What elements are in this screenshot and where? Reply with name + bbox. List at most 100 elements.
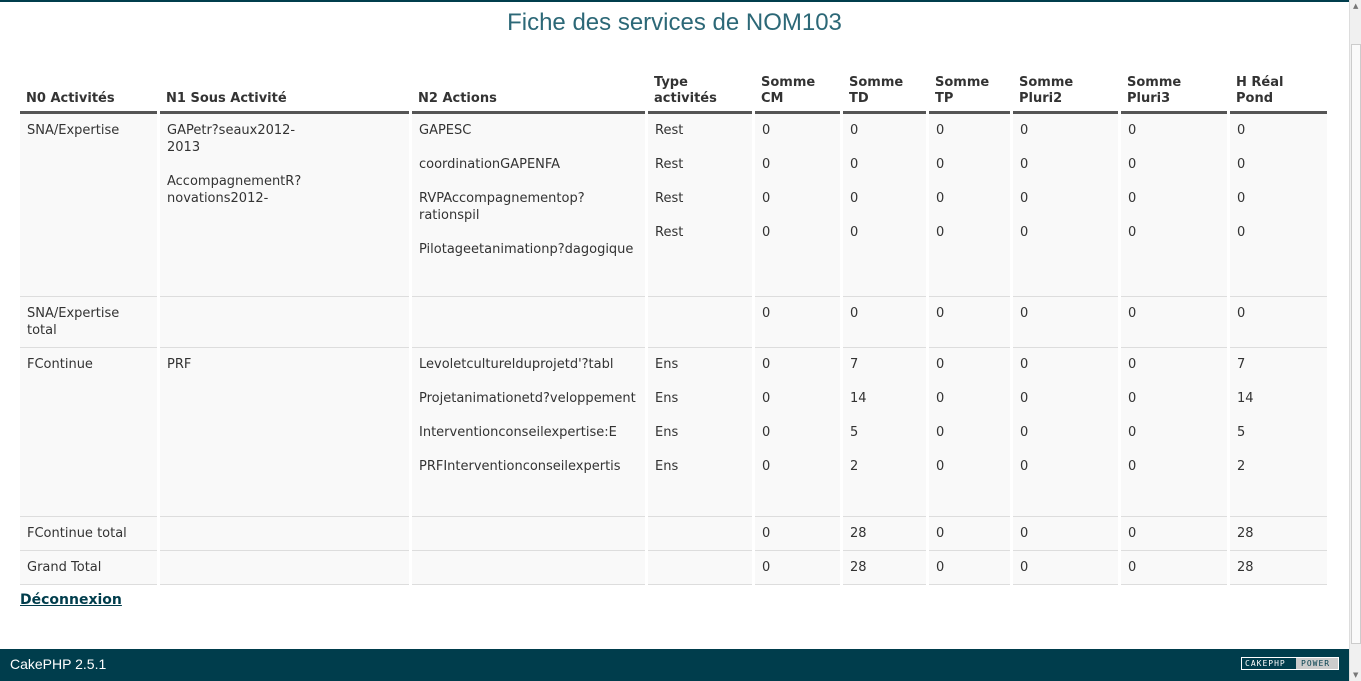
cell-item: 0 (762, 123, 771, 138)
cell-n0-activite: SNA/Expertise total (20, 297, 157, 348)
cell-n2-action (412, 517, 645, 551)
cell-item: 0 (762, 526, 771, 541)
cell-item: SNA/Expertise total (27, 306, 120, 338)
cell-item: 0 (1128, 526, 1137, 541)
cell-item: 0 (936, 123, 945, 138)
cell-item: 7 (850, 357, 859, 372)
cell-item: 0 (1020, 425, 1029, 440)
cell-item: 0 (850, 123, 859, 138)
cell-somme-cm: 0 0 0 0 (755, 114, 840, 297)
services-table: N0 Activités N1 Sous Activité N2 Actions Ty… (17, 70, 1330, 585)
total-row: SNA/Expertise total 0 0 0 0 0 0 (20, 297, 1327, 348)
cell-item: Rest (655, 157, 684, 172)
cell-somme-pluri2: 0 0 0 0 (1013, 348, 1118, 517)
cell-somme-pluri3: 0 0 0 0 (1121, 348, 1227, 517)
cell-item: Projetanimationetd?veloppement (419, 391, 636, 406)
cell-item: 7 (1237, 357, 1246, 372)
cell-n1-sous-activite: GAPetr?seaux2012-2013 AccompagnementR?nov… (160, 114, 409, 297)
cell-somme-pluri2: 0 (1013, 551, 1118, 585)
header-type-activite: Type activités (648, 70, 752, 114)
scrollbar-thumb[interactable] (1351, 44, 1361, 644)
cell-item: 0 (936, 157, 945, 172)
cell-item: 0 (936, 526, 945, 541)
cell-type-activite (648, 551, 752, 585)
scroll-down-arrow-icon[interactable]: ▼ (1353, 671, 1358, 679)
cell-item: coordinationGAPENFA (419, 157, 561, 172)
cell-item: 0 (1128, 191, 1137, 206)
cell-item: 0 (1128, 560, 1137, 575)
cell-somme-pluri2: 0 0 0 0 (1013, 114, 1118, 297)
cell-somme-td: 0 (843, 297, 926, 348)
cell-item: Ens (655, 357, 679, 372)
cell-item: 0 (1128, 357, 1137, 372)
cell-somme-tp: 0 0 0 0 (929, 114, 1010, 297)
cell-n0-activite: Grand Total (20, 551, 157, 585)
cell-item: 0 (850, 306, 859, 321)
cell-item: Grand Total (27, 560, 102, 575)
cell-item: 0 (1237, 157, 1246, 172)
table-header-row: N0 Activités N1 Sous Activité N2 Actions Ty… (20, 70, 1327, 114)
cell-somme-pluri2: 0 (1013, 297, 1118, 348)
top-border (0, 0, 1349, 2)
cell-somme-tp: 0 (929, 551, 1010, 585)
scroll-up-arrow-icon[interactable]: ▲ (1353, 2, 1358, 10)
cell-item: Ens (655, 459, 679, 474)
page-title: Fiche des services de NOM103 (507, 9, 842, 36)
header-n2-action: N2 Actions (412, 70, 645, 114)
cell-n1-sous-activite (160, 551, 409, 585)
header-somme-pluri3: Somme Pluri3 (1121, 70, 1227, 114)
cakephp-power-badge[interactable]: CAKEPHP POWER (1241, 657, 1339, 670)
cell-item: FContinue (27, 357, 93, 372)
cell-item: FContinue total (27, 526, 127, 541)
cell-item: 0 (1020, 526, 1029, 541)
cell-item: 0 (762, 560, 771, 575)
cell-item: PRFInterventionconseilexpertis (419, 459, 621, 474)
cell-somme-td: 28 (843, 551, 926, 585)
cell-item: 5 (1237, 425, 1246, 440)
cell-item: Ens (655, 425, 679, 440)
cell-somme-td: 7 14 5 2 (843, 348, 926, 517)
cell-item: 5 (850, 425, 859, 440)
cell-n2-action: GAPESC coordinationGAPENFA RVPAccompagneme… (412, 114, 645, 297)
cell-somme-tp: 0 0 0 0 (929, 348, 1010, 517)
cell-somme-cm: 0 0 0 0 (755, 348, 840, 517)
cell-item: 0 (1128, 425, 1137, 440)
logout-link[interactable]: Déconnexion (20, 592, 122, 608)
cell-item: 0 (1128, 225, 1137, 240)
cell-h-real-pond: 28 (1230, 551, 1327, 585)
cell-item: 14 (1237, 391, 1254, 406)
cell-somme-tp: 0 (929, 517, 1010, 551)
cell-item: 0 (1237, 191, 1246, 206)
cell-item: 0 (762, 191, 771, 206)
badge-right: POWER (1296, 658, 1338, 669)
cell-n1-sous-activite (160, 297, 409, 348)
cell-item: 0 (1020, 191, 1029, 206)
cell-item: 0 (936, 191, 945, 206)
header-somme-tp: Somme TP (929, 70, 1010, 114)
cell-item: 0 (1128, 157, 1137, 172)
cell-item: 0 (1020, 560, 1029, 575)
cell-item: 28 (850, 526, 867, 541)
cell-somme-td: 28 (843, 517, 926, 551)
cell-item: 28 (850, 560, 867, 575)
cell-item: Pilotageetanimationp?dagogique (419, 242, 634, 257)
cell-item: Rest (655, 191, 684, 206)
cell-item: Interventionconseilexpertise:E (419, 425, 617, 440)
cell-type-activite (648, 297, 752, 348)
cell-item: 0 (850, 191, 859, 206)
cell-item: 28 (1237, 526, 1254, 541)
cell-n1-sous-activite: PRF (160, 348, 409, 517)
cell-somme-cm: 0 (755, 551, 840, 585)
cell-item: 0 (762, 225, 771, 240)
cell-item: 0 (1128, 391, 1137, 406)
footer: CakePHP 2.5.1 CAKEPHP POWER (0, 649, 1349, 681)
cell-item: 0 (936, 306, 945, 321)
vertical-scrollbar[interactable]: ▲ ▼ (1349, 0, 1361, 681)
cell-item: 0 (936, 459, 945, 474)
cell-somme-cm: 0 (755, 297, 840, 348)
header-somme-pluri2: Somme Pluri2 (1013, 70, 1118, 114)
cell-item: 2 (1237, 459, 1246, 474)
cell-item: 0 (1128, 123, 1137, 138)
cell-item: 0 (850, 157, 859, 172)
header-h-real-pond: H Réal Pond (1230, 70, 1327, 114)
